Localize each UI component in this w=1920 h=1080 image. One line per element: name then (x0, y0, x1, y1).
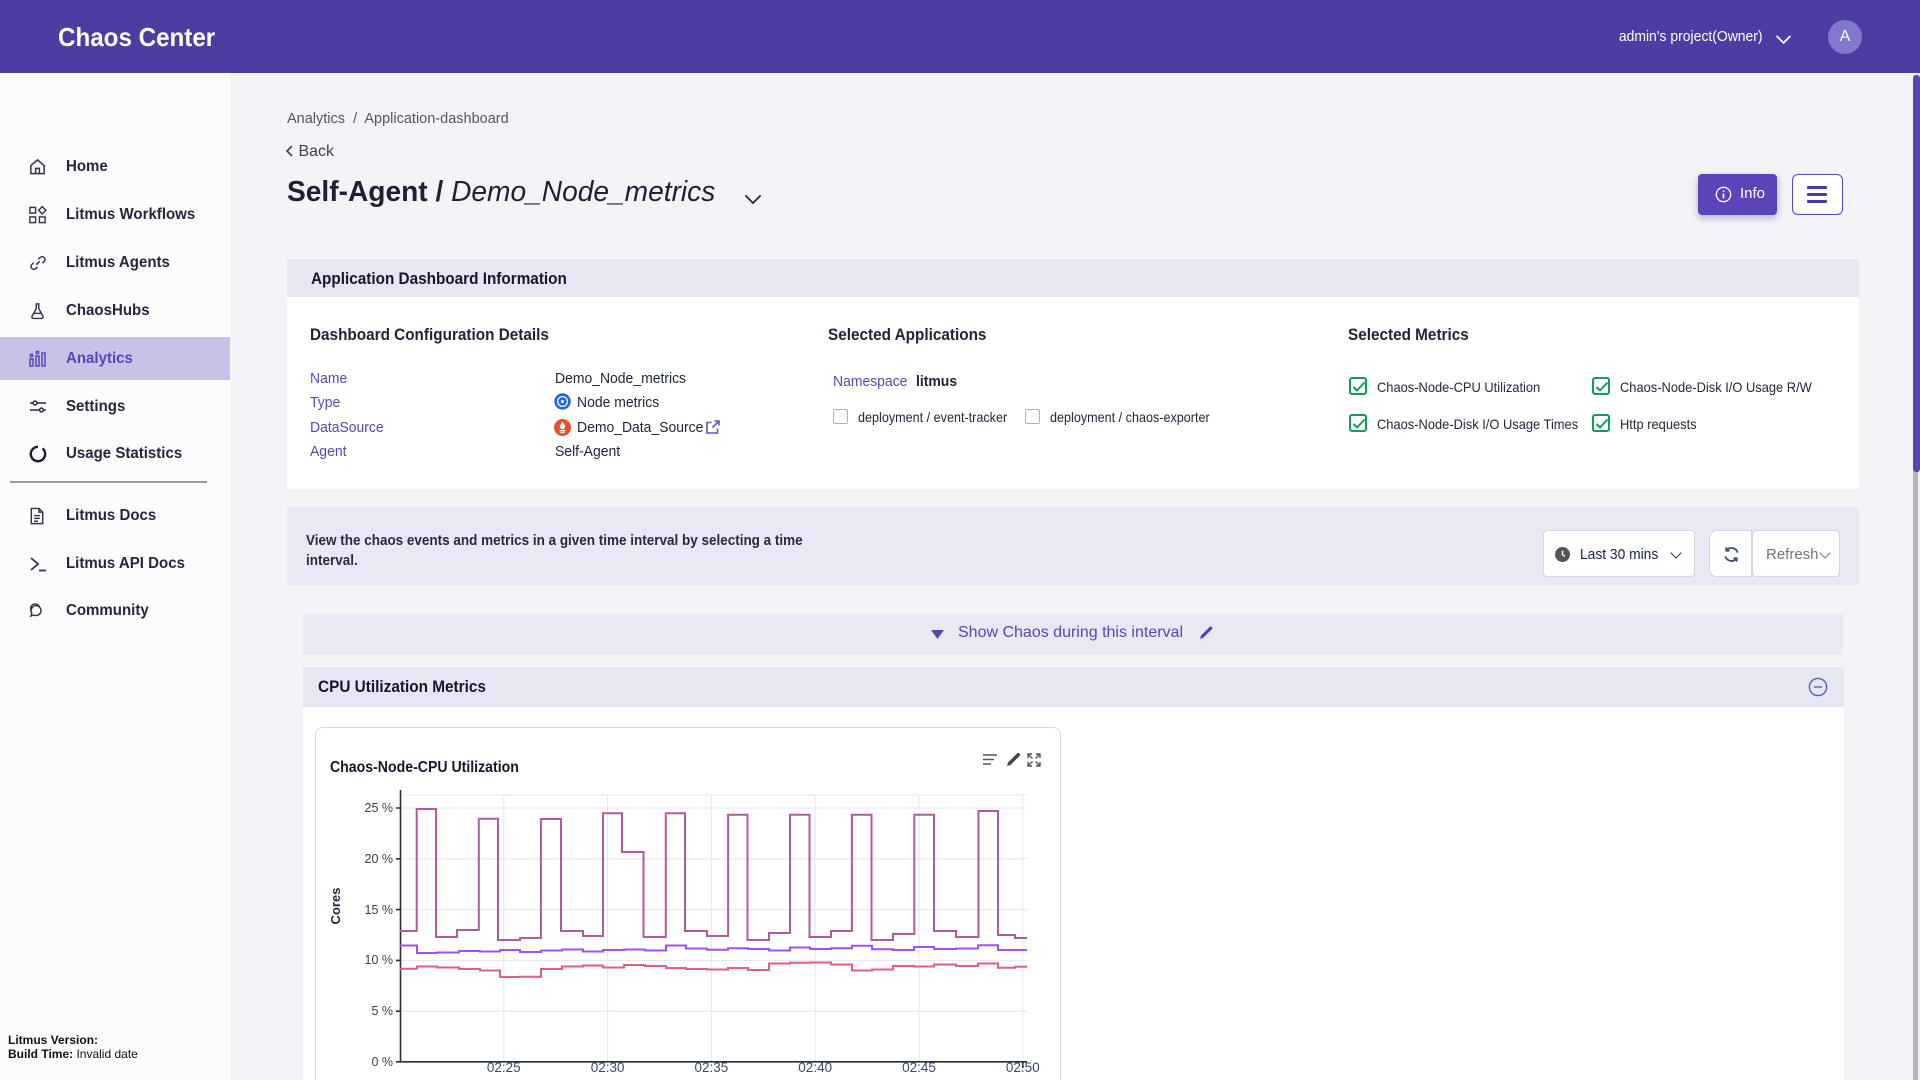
svg-text:20 %: 20 % (365, 852, 394, 866)
svg-text:15 %: 15 % (365, 903, 394, 917)
svg-text:Cores: Cores (328, 888, 343, 925)
svg-text:02:35: 02:35 (695, 1060, 729, 1075)
svg-text:25 %: 25 % (365, 801, 394, 815)
svg-text:02:45: 02:45 (902, 1060, 936, 1075)
svg-text:10 %: 10 % (365, 953, 394, 967)
svg-text:02:50: 02:50 (1006, 1060, 1040, 1075)
svg-text:02:40: 02:40 (798, 1060, 832, 1075)
svg-text:02:30: 02:30 (591, 1060, 625, 1075)
svg-text:02:25: 02:25 (487, 1060, 521, 1075)
svg-text:0 %: 0 % (371, 1055, 393, 1069)
svg-text:5 %: 5 % (371, 1004, 393, 1018)
